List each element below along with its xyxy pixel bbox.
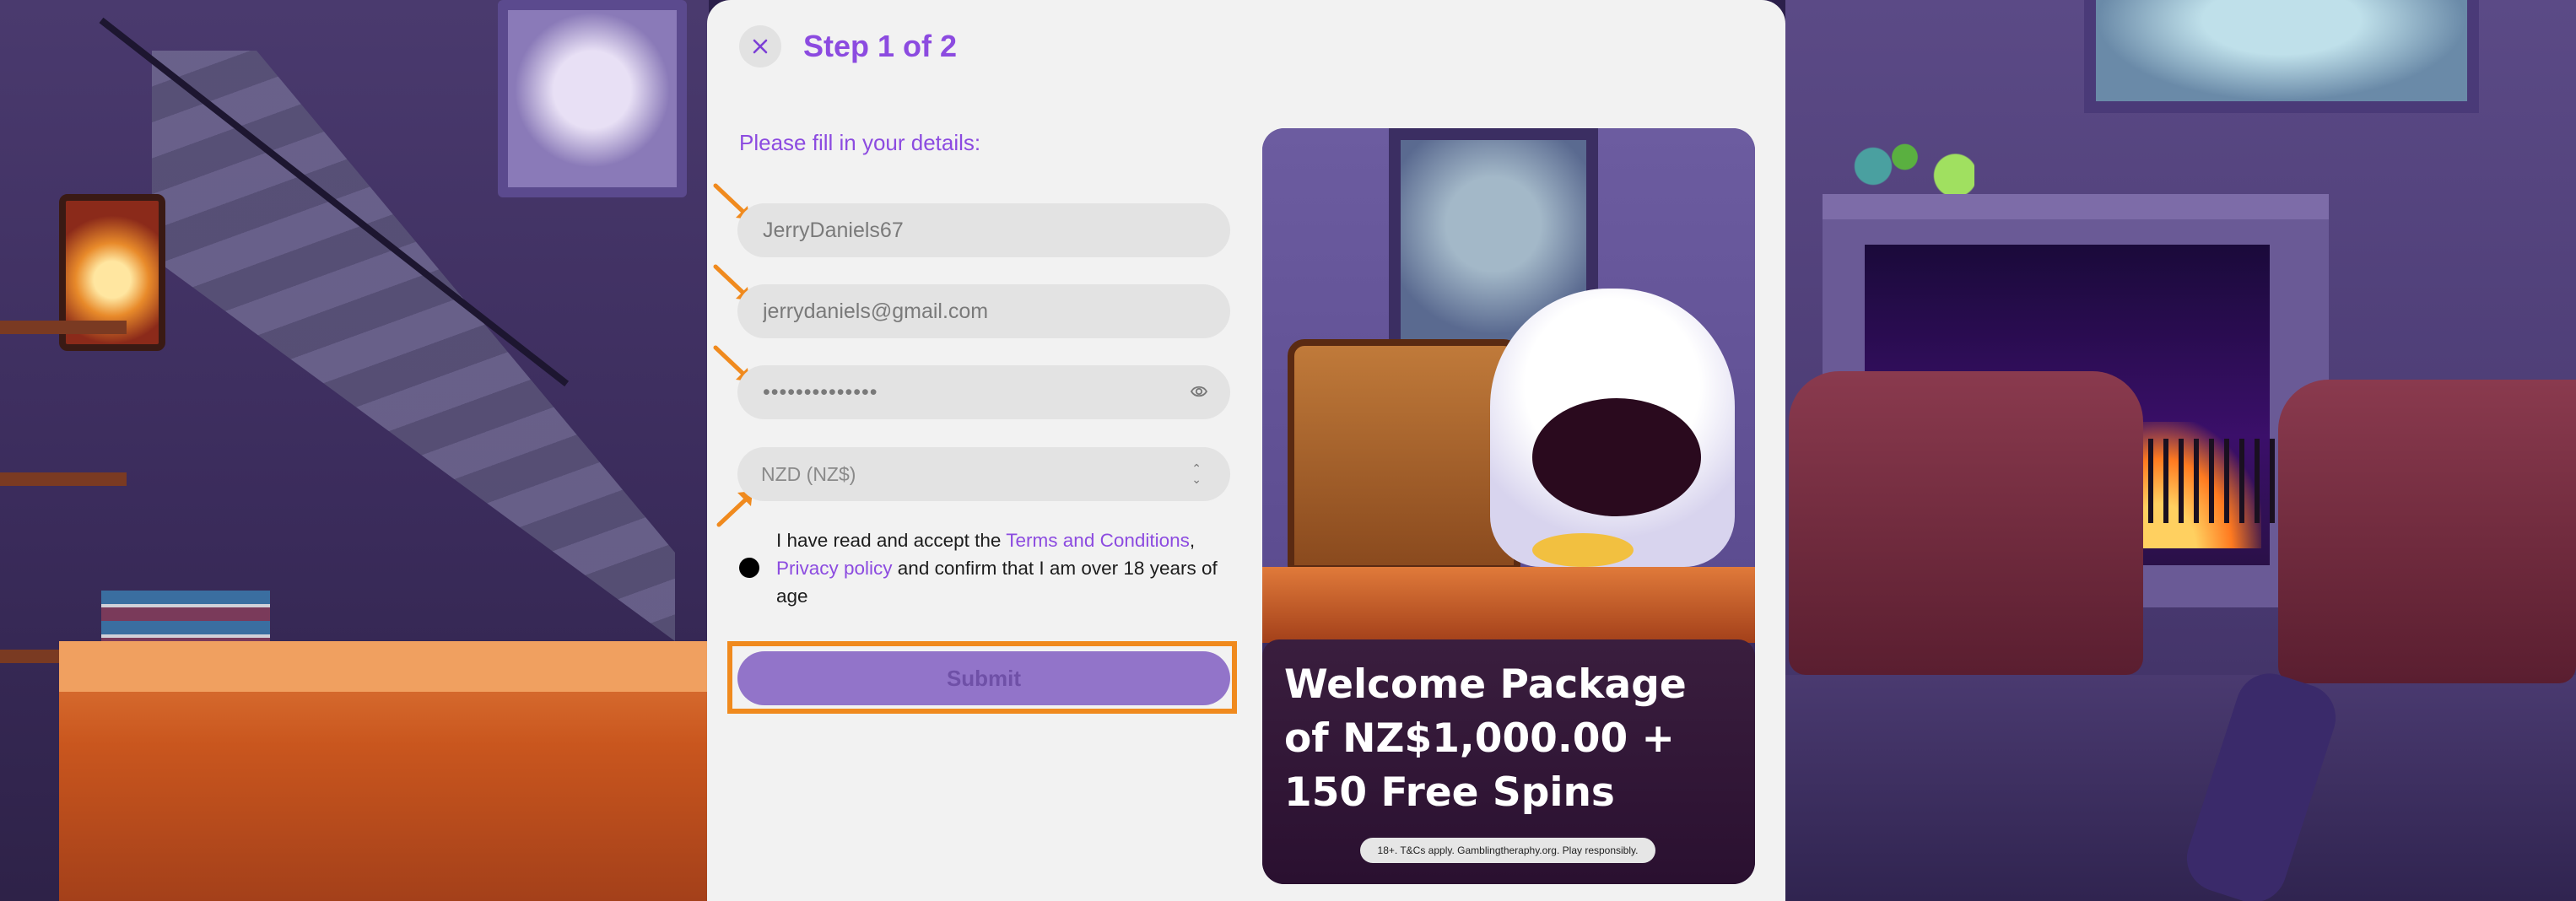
close-button[interactable] bbox=[739, 25, 781, 67]
password-input[interactable] bbox=[761, 379, 1207, 406]
background-portrait-right bbox=[2084, 0, 2479, 113]
terms-text: I have read and accept the Terms and Con… bbox=[776, 526, 1232, 610]
submit-button[interactable]: Submit bbox=[737, 651, 1230, 705]
terms-text-comma: , bbox=[1189, 530, 1196, 551]
promo-coins bbox=[1532, 533, 1634, 567]
promo-title: Welcome Package of NZ$1,000.00 + 150 Fre… bbox=[1284, 661, 1687, 816]
username-field[interactable] bbox=[737, 203, 1230, 257]
background-desk-top bbox=[59, 641, 717, 692]
eye-icon[interactable] bbox=[1190, 382, 1208, 401]
terms-radio[interactable] bbox=[739, 558, 759, 578]
step-title: Step 1 of 2 bbox=[803, 29, 958, 63]
promo-table bbox=[1262, 567, 1755, 643]
privacy-policy-link[interactable]: Privacy policy bbox=[776, 558, 893, 579]
background-shelf bbox=[0, 321, 127, 334]
promo-treasure-chest bbox=[1288, 339, 1520, 572]
background-armchair-right bbox=[2278, 380, 2576, 683]
background-armchair-left bbox=[1789, 371, 2143, 675]
background-floor bbox=[1785, 675, 2576, 901]
currency-selected-value: NZD (NZ$) bbox=[761, 462, 856, 485]
email-field[interactable] bbox=[737, 284, 1230, 338]
username-input[interactable] bbox=[761, 217, 1207, 244]
background-books bbox=[101, 591, 270, 641]
password-field[interactable] bbox=[737, 365, 1230, 419]
form-subtitle: Please fill in your details: bbox=[739, 130, 981, 155]
background-shelf bbox=[0, 472, 127, 486]
promo-disclaimer: 18+. T&Cs apply. Gamblingtheraphy.org. P… bbox=[1360, 838, 1655, 863]
chevron-updown-icon: ⌃ ⌄ bbox=[1191, 461, 1202, 486]
promo-ghost-mouth bbox=[1532, 398, 1701, 516]
close-icon bbox=[753, 39, 768, 54]
terms-text-part: I have read and accept the bbox=[776, 530, 1007, 551]
email-input[interactable] bbox=[761, 298, 1207, 325]
background-bottles bbox=[1848, 101, 1974, 194]
terms-and-conditions-link[interactable]: Terms and Conditions bbox=[1006, 530, 1190, 551]
currency-select[interactable]: NZD (NZ$) ⌃ ⌄ bbox=[737, 447, 1230, 501]
background-ghost-portrait bbox=[498, 0, 687, 197]
